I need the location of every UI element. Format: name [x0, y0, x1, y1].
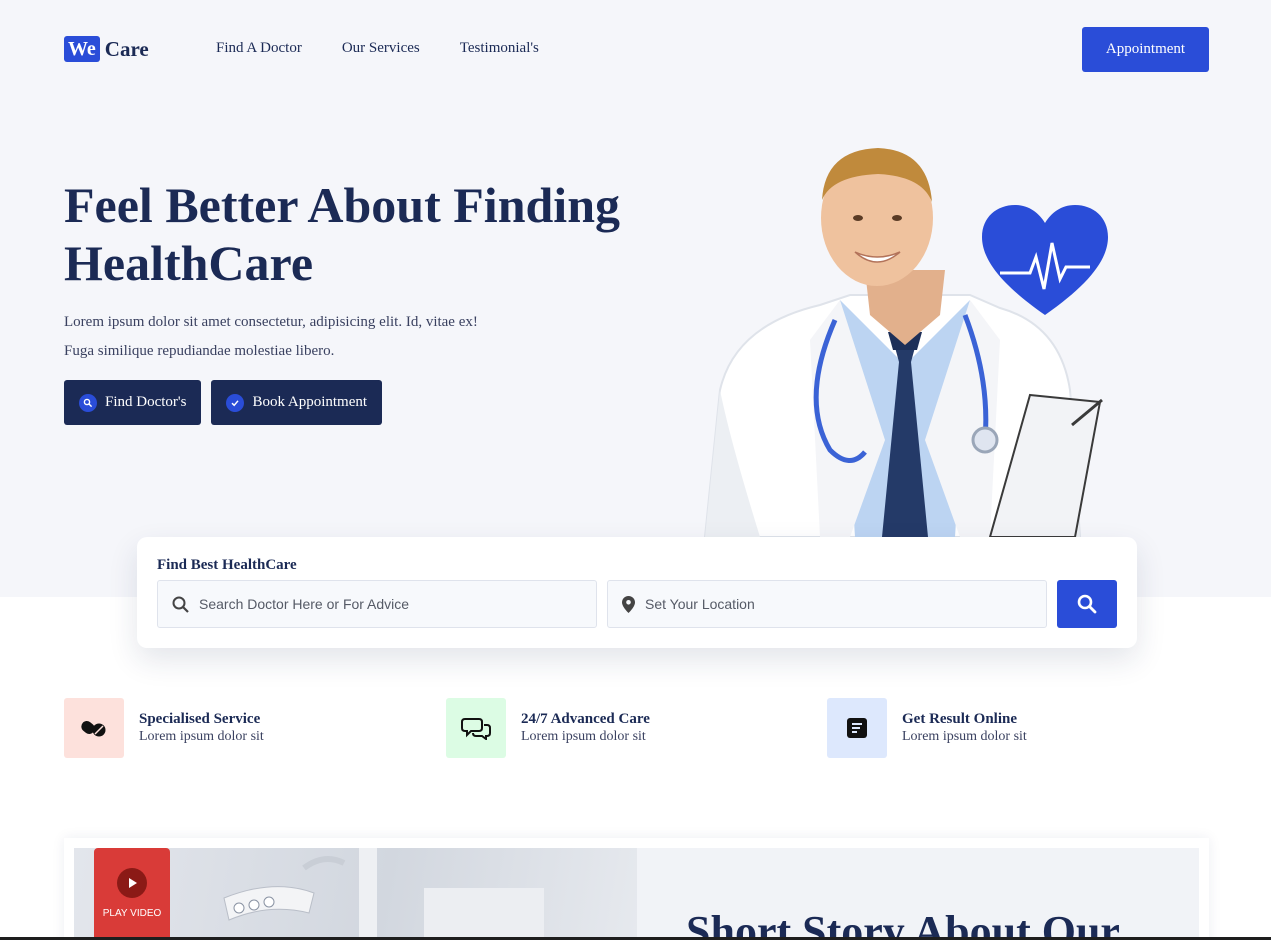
feature-icon-box	[446, 698, 506, 758]
story-content: Short Story About Our	[637, 848, 1199, 940]
feature-text: 24/7 Advanced Care Lorem ipsum dolor sit	[521, 710, 650, 746]
feature-specialised-service: Specialised Service Lorem ipsum dolor si…	[64, 698, 264, 758]
find-doctors-button[interactable]: Find Doctor's	[64, 380, 202, 425]
nav-our-services[interactable]: Our Services	[342, 40, 420, 57]
search-card: Find Best HealthCare	[137, 537, 1137, 648]
feature-icon-box	[64, 698, 124, 758]
book-appointment-label: Book Appointment	[252, 394, 368, 410]
doctor-search-field[interactable]	[157, 580, 597, 628]
feature-subtitle: Lorem ipsum dolor sit	[521, 729, 646, 744]
check-icon	[226, 393, 245, 412]
search-icon	[172, 596, 189, 613]
heart-pulse-icon	[982, 205, 1108, 315]
doctor-search-input[interactable]	[199, 596, 559, 612]
feature-text: Specialised Service Lorem ipsum dolor si…	[139, 710, 264, 746]
main-nav: Find A Doctor Our Services Testimonial's	[216, 40, 539, 57]
chat-icon	[461, 718, 491, 740]
feature-text: Get Result Online Lorem ipsum dolor sit	[902, 710, 1027, 746]
search-icon	[79, 393, 97, 412]
play-video-button[interactable]: PLAY VIDEO	[94, 848, 170, 940]
doctor-image	[703, 148, 1103, 537]
feature-title: Specialised Service	[139, 711, 261, 727]
feature-advanced-care: 24/7 Advanced Care Lorem ipsum dolor sit	[446, 698, 650, 758]
story-image: PLAY VIDEO	[74, 848, 637, 940]
play-video-label: PLAY VIDEO	[102, 908, 162, 919]
book-appointment-button[interactable]: Book Appointment	[211, 380, 383, 425]
feature-subtitle: Lorem ipsum dolor sit	[139, 729, 264, 744]
hero-buttons: Find Doctor's Book Appointment	[64, 380, 383, 425]
feature-title: 24/7 Advanced Care	[521, 711, 650, 727]
hero-description: Lorem ipsum dolor sit amet consectetur, …	[64, 308, 584, 366]
location-pin-icon	[622, 595, 635, 613]
play-icon	[117, 868, 147, 898]
report-icon	[847, 718, 867, 738]
find-doctors-label: Find Doctor's	[105, 394, 187, 410]
location-field[interactable]	[607, 580, 1047, 628]
feature-subtitle: Lorem ipsum dolor sit	[902, 729, 1027, 744]
pills-icon	[81, 721, 106, 737]
hero-desc-line-1: Lorem ipsum dolor sit amet consectetur, …	[64, 314, 478, 330]
nav-find-doctor[interactable]: Find A Doctor	[216, 40, 302, 57]
appointment-button[interactable]: Appointment	[1082, 27, 1209, 72]
nav-testimonials[interactable]: Testimonial's	[460, 40, 539, 57]
feature-result-online: Get Result Online Lorem ipsum dolor sit	[827, 698, 1027, 758]
logo[interactable]: We Care	[64, 36, 149, 62]
location-input[interactable]	[645, 596, 1005, 612]
story-section: PLAY VIDEO Short Story About Our	[64, 838, 1209, 940]
search-title: Find Best HealthCare	[157, 557, 297, 573]
hero-title: Feel Better About Finding HealthCare	[64, 177, 621, 291]
story-title: Short Story About Our	[686, 907, 1120, 940]
feature-title: Get Result Online	[902, 711, 1017, 727]
hero-desc-line-2: Fuga similique repudiandae molestiae lib…	[64, 343, 335, 359]
search-submit-button[interactable]	[1057, 580, 1117, 628]
logo-we: We	[64, 36, 100, 62]
logo-care: Care	[104, 36, 149, 61]
feature-icon-box	[827, 698, 887, 758]
search-icon	[1077, 594, 1097, 614]
